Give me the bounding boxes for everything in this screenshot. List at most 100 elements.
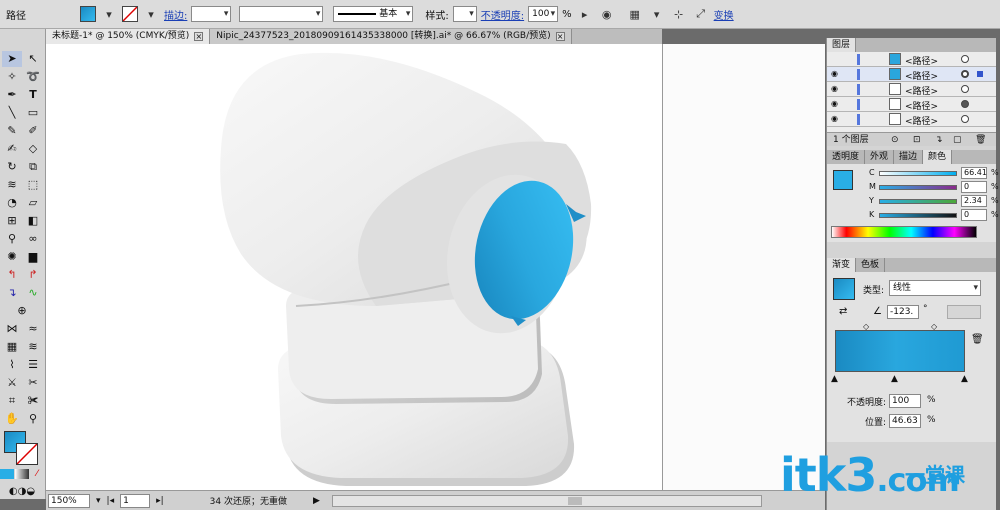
aspect-ratio-input[interactable] (947, 305, 981, 319)
gradient-preview[interactable] (833, 278, 855, 300)
width-tool-icon[interactable]: ↴ (2, 285, 22, 301)
pencil-tool-icon[interactable]: ✐ (23, 123, 43, 139)
horizontal-scrollbar[interactable] (331, 494, 762, 507)
fill-swatch[interactable] (80, 6, 96, 22)
next-page-icon[interactable]: ▸| (156, 496, 164, 506)
new-layer-icon[interactable]: ▢ (953, 133, 962, 147)
black-slider[interactable] (879, 213, 957, 218)
magenta-input[interactable]: 0 (961, 181, 987, 193)
eye-icon[interactable]: ◉ (831, 85, 839, 93)
new-sublayer-icon[interactable]: ↴ (935, 133, 943, 147)
fill-swatch[interactable] (833, 170, 853, 190)
warp-tool-icon[interactable]: ≋ (2, 177, 22, 193)
trash-icon[interactable]: 🗑 (975, 133, 986, 147)
tab-layers[interactable]: 图层 (827, 38, 857, 52)
angle-input[interactable]: -123. (887, 305, 919, 319)
page-field[interactable]: 1 (120, 493, 151, 508)
eyedropper-tool-icon[interactable]: ⚲ (2, 231, 22, 247)
artboard-tool-icon[interactable]: ⋈ (2, 321, 22, 337)
eye-icon[interactable]: ◉ (831, 70, 839, 78)
chevron-right-icon[interactable]: ▸ (576, 5, 594, 23)
target-icon[interactable] (961, 55, 969, 63)
slice-tool-icon[interactable]: ⚔ (2, 375, 22, 391)
column-graph-tool-icon[interactable]: ▆ (23, 249, 43, 265)
selection-square-icon[interactable] (977, 71, 983, 77)
rotate-tool-icon[interactable]: ↻ (2, 159, 22, 175)
chevron-down-icon[interactable]: ▾ (648, 5, 666, 23)
target-icon[interactable] (961, 70, 969, 78)
crosshair-icon[interactable]: ⊕ (12, 303, 32, 319)
style-dropdown[interactable] (452, 6, 477, 22)
symbol-sprayer-tool-icon[interactable]: ✺ (2, 249, 22, 265)
grid-tool-icon[interactable]: ▦ (2, 339, 22, 355)
yellow-input[interactable]: 2.34 (961, 195, 987, 207)
pasteboard[interactable] (662, 44, 825, 490)
stroke-none-swatch[interactable] (122, 6, 138, 22)
close-icon[interactable]: × (194, 32, 204, 41)
mesh-tool-icon[interactable]: ⊞ (2, 213, 22, 229)
color-stop-icon[interactable]: ▲ (831, 374, 838, 384)
opacity-input[interactable]: 100 (528, 6, 559, 22)
eye-icon[interactable]: ◉ (831, 100, 839, 108)
target-icon[interactable] (961, 115, 969, 123)
drawing-mode-icon[interactable]: ◐◑◒ (2, 484, 42, 500)
align-icon[interactable]: ▦ (626, 5, 644, 23)
none-mode-icon[interactable]: ⁄ (30, 469, 44, 479)
gradient-mode-icon[interactable] (15, 469, 29, 479)
type-tool-icon[interactable]: T (23, 87, 43, 103)
pen-tool-icon[interactable]: ✒ (2, 87, 22, 103)
shape-builder-tool-icon[interactable]: ◔ (2, 195, 22, 211)
blob-brush-tool-icon[interactable]: ✍ (2, 141, 22, 157)
tab-color[interactable]: 颜色 (923, 150, 953, 164)
eye-icon[interactable]: ◉ (831, 115, 839, 123)
line-tool-icon[interactable]: ╲ (2, 105, 22, 121)
wrinkle-tool-icon[interactable]: ≋ (23, 339, 43, 355)
lasso-tool-icon[interactable]: ➰ (23, 69, 43, 85)
stroke-color-icon[interactable] (16, 443, 38, 465)
wave-tool-icon[interactable]: ≈ (23, 321, 43, 337)
tab-document-2[interactable]: Nipic_24377523_20180909161435338000 [转换]… (210, 29, 572, 44)
chevron-down-icon[interactable]: ▾ (96, 496, 101, 506)
rectangle-tool-icon[interactable]: ▭ (23, 105, 43, 121)
arc-tool-icon[interactable]: ∿ (23, 285, 43, 301)
knife-tool-icon[interactable]: ✂ (23, 375, 43, 391)
first-page-icon[interactable]: |◂ (107, 496, 115, 506)
gradient-tool-icon[interactable]: ◧ (23, 213, 43, 229)
eraser-tool-icon[interactable]: ◇ (23, 141, 43, 157)
chevron-down-icon[interactable]: ▾ (100, 5, 118, 23)
target-icon[interactable] (961, 100, 969, 108)
color-spectrum[interactable] (831, 226, 977, 238)
curvature-tool-icon[interactable]: ↱ (23, 267, 43, 283)
target-icon[interactable] (961, 85, 969, 93)
tab-swatches[interactable]: 色板 (856, 258, 886, 272)
cyan-slider[interactable] (879, 171, 957, 176)
layer-row[interactable]: ◉ <路径> (827, 67, 996, 82)
visibility-icon[interactable] (831, 55, 839, 63)
stop-position-input[interactable]: 46.63 (889, 414, 921, 428)
tab-gradient[interactable]: 渐变 (827, 258, 857, 272)
transform-link[interactable]: 变换 (714, 7, 734, 22)
perspective-grid-tool-icon[interactable]: ▱ (23, 195, 43, 211)
free-transform-tool-icon[interactable]: ⬚ (23, 177, 43, 193)
recolor-icon[interactable]: ◉ (598, 5, 616, 23)
opacity-link[interactable]: 不透明度: (481, 7, 524, 22)
layer-row[interactable]: <路径> (827, 52, 996, 67)
scissors-tool-icon[interactable]: ✀ (23, 393, 43, 409)
color-stop-icon[interactable]: ▲ (961, 374, 968, 384)
scrollbar-thumb[interactable] (567, 496, 582, 505)
color-mode-icon[interactable] (0, 469, 14, 479)
direct-selection-tool-icon[interactable]: ↖ (23, 51, 43, 67)
artboard-canvas[interactable] (46, 44, 662, 490)
crop-tool-icon[interactable]: ⌗ (2, 393, 22, 409)
zoom-field[interactable]: 150% (48, 493, 90, 508)
tab-document-1[interactable]: 未标题-1* @ 150% (CMYK/预览) × (46, 29, 211, 44)
brush-dropdown[interactable]: 基本 (333, 6, 414, 22)
reverse-gradient-icon[interactable]: ⇄ (839, 306, 847, 317)
midpoint-diamond-icon[interactable]: ◇ (863, 322, 869, 331)
selection-tool-icon[interactable]: ➤ (2, 51, 22, 67)
scale-tool-icon[interactable]: ⧉ (23, 159, 43, 175)
zoom-tool-icon[interactable]: ⚲ (23, 411, 43, 427)
stop-opacity-input[interactable]: 100 (889, 394, 921, 408)
list-tool-icon[interactable]: ☰ (23, 357, 43, 373)
trash-icon[interactable]: 🗑 (971, 334, 984, 345)
